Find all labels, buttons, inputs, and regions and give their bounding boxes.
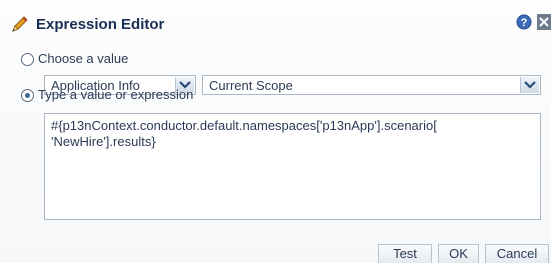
- type-value-label: Type a value or expression: [38, 87, 194, 102]
- scope-dropdown-button[interactable]: [520, 77, 539, 93]
- close-icon[interactable]: [537, 14, 551, 30]
- cancel-button[interactable]: Cancel: [485, 244, 549, 263]
- expression-line: 'NewHire'].results}: [51, 134, 156, 149]
- scope-select-value: Current Scope: [209, 78, 293, 93]
- expression-line: #{p13nContext.conductor.default.namespac…: [51, 118, 437, 133]
- choose-value-label: Choose a value: [38, 51, 129, 66]
- dialog-title: Expression Editor: [36, 16, 165, 33]
- dialog-titlebar: Expression Editor ?: [0, 0, 551, 44]
- scope-select[interactable]: Current Scope: [202, 75, 541, 95]
- expression-textarea[interactable]: #{p13nContext.conductor.default.namespac…: [44, 113, 541, 220]
- choose-value-radio[interactable]: [21, 53, 34, 66]
- expression-editor-dialog: Expression Editor ? Choose a value Appli…: [0, 0, 551, 263]
- chevron-down-icon: [524, 81, 536, 89]
- type-value-radio[interactable]: [21, 89, 34, 102]
- test-button[interactable]: Test: [378, 244, 432, 263]
- help-icon[interactable]: ?: [516, 14, 532, 30]
- pencil-icon: [12, 16, 28, 32]
- svg-text:?: ?: [521, 17, 528, 29]
- ok-button[interactable]: OK: [438, 244, 479, 263]
- dialog-footer: Test OK Cancel: [0, 232, 551, 263]
